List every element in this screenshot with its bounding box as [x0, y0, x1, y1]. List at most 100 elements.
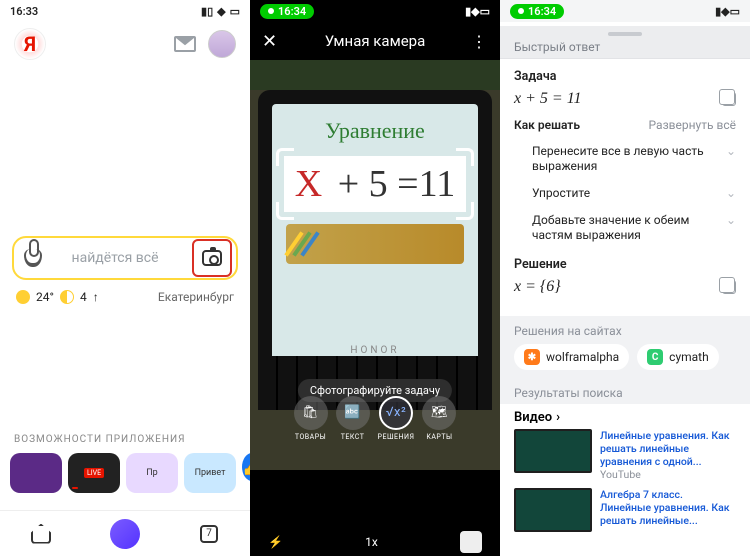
feature-card[interactable]: Привет	[184, 453, 236, 493]
sites-label: Решения на сайтах	[514, 324, 622, 338]
site-cymath[interactable]: C cymath	[637, 344, 719, 370]
camera-viewport[interactable]: Уравнение X + 5 =11 HONOR Сфотографируйт…	[250, 60, 500, 470]
equation-heading: Уравнение	[282, 118, 468, 144]
feature-card-live[interactable]: LIVE	[68, 453, 120, 493]
status-time: 16:34	[260, 4, 314, 19]
video-title: Алгебра 7 класс. Линейные уравнения. Как…	[600, 488, 736, 527]
mode-solutions[interactable]: √x² РЕШЕНИЯ	[378, 396, 415, 441]
chevron-right-icon: ›	[556, 410, 560, 425]
task-expression: x + 5 = 11	[514, 90, 582, 108]
smart-camera-button[interactable]	[192, 239, 232, 277]
map-icon: 🗺	[431, 405, 448, 420]
screen-smart-camera: 16:34 ▮◆▭ ✕ Умная камера ⋮ Уравнение X +…	[250, 0, 500, 556]
steps-list: Перенесите все в левую часть выражения⌄ …	[514, 138, 736, 249]
bag-icon: 🛍	[302, 405, 319, 420]
avatar[interactable]	[208, 30, 236, 58]
video-title: Линейные уравнения. Как решать линейные …	[600, 429, 736, 468]
sun-icon	[16, 290, 30, 304]
video-thumbnail	[514, 429, 592, 473]
expand-all-button[interactable]: Развернуть всё	[649, 118, 736, 132]
decorative-pencils	[286, 224, 464, 264]
weather-alt: 4	[80, 290, 87, 304]
solution-row: x = {6}	[514, 278, 736, 296]
mode-maps[interactable]: 🗺 КАРТЫ	[422, 396, 456, 441]
sites-section: Решения на сайтах ✱ wolframalpha C cymat…	[500, 316, 750, 378]
solution-label: Решение	[514, 257, 736, 272]
status-time: 16:33	[10, 5, 38, 18]
section-title: ВОЗМОЖНОСТИ ПРИЛОЖЕНИЯ	[0, 434, 250, 445]
video-item[interactable]: Алгебра 7 класс. Линейные уравнения. Как…	[514, 488, 736, 532]
step-item[interactable]: Упростите⌄	[532, 180, 736, 207]
chevron-down-icon: ⌄	[726, 213, 736, 228]
video-heading[interactable]: Видео›	[514, 410, 736, 425]
laptop-brand: HONOR	[258, 345, 492, 356]
results-label: Результаты поиска	[500, 378, 750, 404]
nav-home[interactable]	[28, 521, 54, 547]
search-bar[interactable]: найдётся всё	[12, 236, 238, 280]
task-label: Задача	[514, 69, 736, 84]
solution-expression: x = {6}	[514, 278, 561, 296]
nav-tabs[interactable]: 7	[196, 521, 222, 547]
thumbs-up-icon[interactable]: 👍	[242, 453, 250, 481]
cymath-icon: C	[647, 349, 663, 365]
gallery-button[interactable]	[460, 531, 482, 553]
status-bar: 16:33 ▮▯ ◆ ▭	[0, 0, 250, 22]
more-icon[interactable]: ⋮	[471, 32, 488, 51]
equation-x: X	[295, 163, 322, 205]
video-thumbnail	[514, 488, 592, 532]
sim-icon: ▮▯	[201, 5, 213, 18]
crop-corner-icon[interactable]	[276, 148, 294, 166]
detected-laptop: Уравнение X + 5 =11 HONOR	[258, 90, 492, 410]
chevron-down-icon: ⌄	[726, 186, 736, 201]
video-source: YouTube	[600, 468, 736, 481]
step-item[interactable]: Добавьте значение к обеим частям выражен…	[532, 207, 736, 249]
feature-cards[interactable]: LIVE Пр Привет 👍	[0, 445, 250, 501]
wifi-icon: ◆	[217, 5, 225, 18]
screen-yandex-home: 16:33 ▮▯ ◆ ▭ Я найдётся всё 24° 4 ↑ Екат…	[0, 0, 250, 556]
howto-label: Как решать	[514, 118, 580, 132]
weather-temp: 24°	[36, 290, 54, 304]
status-icons: ▮◆▭	[715, 5, 740, 18]
weather-row[interactable]: 24° 4 ↑ Екатеринбург	[0, 280, 250, 314]
status-bar: 16:34 ▮◆▭	[500, 0, 750, 22]
crop-corner-icon[interactable]	[456, 202, 474, 220]
flash-toggle[interactable]: ⚡	[268, 535, 283, 549]
mail-icon[interactable]	[174, 36, 196, 52]
app-header: Я	[0, 22, 250, 66]
zoom-level[interactable]: 1x	[365, 535, 378, 549]
wolfram-icon: ✱	[524, 349, 540, 365]
sheet-handle-icon[interactable]	[608, 32, 642, 36]
nav-alice[interactable]	[110, 519, 140, 549]
close-icon[interactable]: ✕	[262, 31, 277, 52]
status-icons: ▮▯ ◆ ▭	[201, 5, 240, 18]
home-icon	[31, 524, 51, 544]
equation-crop-area[interactable]: X + 5 =11	[284, 156, 466, 212]
camera-bottom-bar: ⚡ 1x	[250, 528, 500, 556]
bottom-nav: 7	[0, 510, 250, 556]
crop-corner-icon[interactable]	[276, 202, 294, 220]
mode-goods[interactable]: 🛍 ТОВАРЫ	[294, 396, 328, 441]
status-time: 16:34	[510, 4, 564, 19]
yandex-logo-icon[interactable]: Я	[14, 28, 46, 60]
sheet-header[interactable]: Быстрый ответ	[500, 26, 750, 59]
copy-icon[interactable]	[722, 92, 736, 106]
mode-text[interactable]: 🔤 ТЕКСТ	[336, 396, 370, 441]
chevron-down-icon: ⌄	[726, 144, 736, 159]
text-icon: 🔤	[344, 405, 361, 420]
microphone-icon[interactable]	[24, 249, 42, 267]
video-item[interactable]: Линейные уравнения. Как решать линейные …	[514, 429, 736, 482]
camera-header: ✕ Умная камера ⋮	[250, 22, 500, 60]
site-wolframalpha[interactable]: ✱ wolframalpha	[514, 344, 629, 370]
screen-solution: 16:34 ▮◆▭ Быстрый ответ Задача x + 5 = 1…	[500, 0, 750, 556]
status-bar: 16:34 ▮◆▭	[250, 0, 500, 22]
camera-mode-row: 🛍 ТОВАРЫ 🔤 ТЕКСТ √x² РЕШЕНИЯ 🗺 КАРТЫ	[250, 390, 500, 446]
crop-corner-icon[interactable]	[456, 148, 474, 166]
weather-city: Екатеринбург	[158, 290, 234, 304]
feature-card[interactable]: Пр	[126, 453, 178, 493]
step-item[interactable]: Перенесите все в левую часть выражения⌄	[532, 138, 736, 180]
search-placeholder: найдётся всё	[42, 250, 188, 266]
equation-rest: + 5 =11	[328, 163, 455, 205]
task-expression-row: x + 5 = 11	[514, 90, 736, 108]
copy-icon[interactable]	[722, 280, 736, 294]
feature-card[interactable]	[10, 453, 62, 493]
